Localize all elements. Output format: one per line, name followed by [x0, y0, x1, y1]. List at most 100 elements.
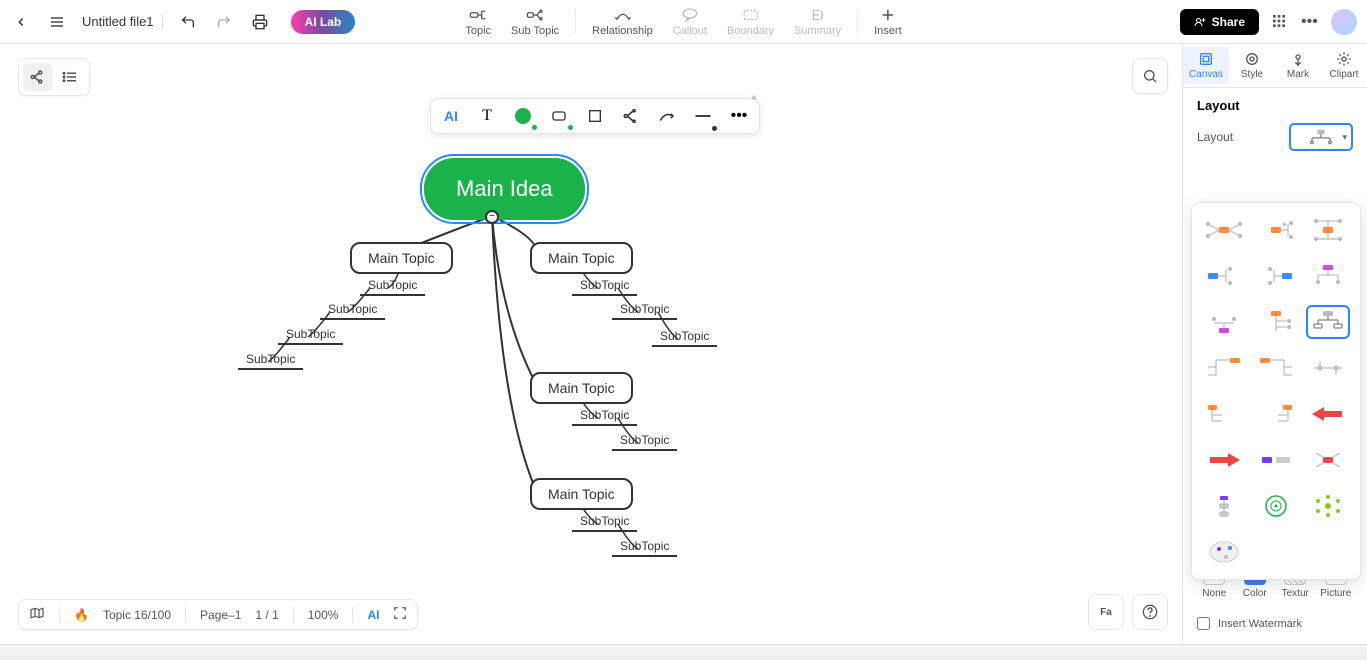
layout-dropdown[interactable]: ▾ [1289, 123, 1353, 151]
subtopic-node[interactable]: SubTopic [278, 325, 343, 345]
canvas-area[interactable]: AI T ••• × [0, 44, 1182, 644]
layout-option[interactable] [1202, 259, 1246, 293]
tab-canvas[interactable]: Canvas [1183, 47, 1229, 84]
layout-option[interactable]: + [1254, 213, 1298, 247]
layout-option-selected[interactable] [1306, 305, 1350, 339]
print-button[interactable] [249, 11, 271, 33]
svg-text:+: + [1283, 222, 1286, 228]
close-toolbar[interactable]: × [751, 93, 765, 107]
user-avatar[interactable] [1331, 9, 1357, 35]
callout-tool: Callout [663, 3, 717, 41]
minimap-icon[interactable] [29, 606, 45, 623]
ai-toggle[interactable]: AI [367, 608, 379, 622]
back-button[interactable] [10, 11, 32, 33]
layout-section-title: Layout [1183, 88, 1367, 119]
main-area: AI T ••• × [0, 44, 1367, 644]
main-topic-node[interactable]: Main Topic [530, 478, 633, 510]
main-idea-node[interactable]: Main Idea [424, 158, 585, 220]
header-center-tools: Topic Sub Topic Relationship Callout Bou… [455, 3, 911, 41]
subtopic-node[interactable]: SubTopic [572, 512, 637, 532]
topic-label: Topic [465, 25, 491, 37]
fullscreen-button[interactable] [393, 606, 407, 623]
menu-button[interactable] [46, 11, 68, 33]
layout-row: Layout ▾ [1183, 119, 1367, 161]
tab-clipart[interactable]: Clipart [1321, 47, 1367, 84]
watermark-checkbox[interactable] [1197, 617, 1210, 630]
browser-footer [0, 644, 1367, 660]
search-button[interactable] [1132, 58, 1168, 94]
header-right: Share ••• [1180, 9, 1357, 35]
border-tool[interactable] [583, 104, 607, 128]
help-button[interactable] [1132, 594, 1168, 630]
insert-tool[interactable]: Insert [864, 3, 912, 41]
layout-option[interactable] [1202, 351, 1246, 385]
fill-color-tool[interactable] [511, 104, 535, 128]
subtopic-node[interactable]: SubTopic [360, 276, 425, 296]
layout-option[interactable] [1202, 443, 1246, 477]
share-button[interactable]: Share [1180, 9, 1259, 35]
layout-option[interactable] [1254, 489, 1298, 523]
layout-picker-popover: + [1191, 202, 1361, 580]
branch-style-tool[interactable] [619, 104, 643, 128]
layout-option[interactable] [1254, 443, 1298, 477]
view-mode-toolbar [18, 58, 90, 96]
redo-button[interactable] [213, 11, 235, 33]
shape-tool[interactable] [547, 104, 571, 128]
ai-button[interactable]: AI [439, 104, 463, 128]
layout-option[interactable] [1202, 535, 1246, 569]
main-topic-node[interactable]: Main Topic [530, 242, 633, 274]
layout-option[interactable] [1306, 489, 1350, 523]
subtopic-node[interactable]: SubTopic [572, 276, 637, 296]
line-style-tool[interactable] [691, 104, 715, 128]
tab-mark[interactable]: Mark [1275, 47, 1321, 84]
mindmap-view-button[interactable] [23, 63, 53, 91]
more-options[interactable]: ••• [727, 104, 751, 128]
subtopic-node[interactable]: SubTopic [612, 537, 677, 557]
layout-option[interactable] [1254, 305, 1298, 339]
layout-option[interactable] [1202, 213, 1246, 247]
boundary-label: Boundary [727, 25, 774, 37]
layout-option[interactable] [1202, 397, 1246, 431]
outline-view-button[interactable] [55, 63, 85, 91]
subtopic-node[interactable]: SubTopic [652, 327, 717, 347]
subtopic-tool[interactable]: Sub Topic [501, 3, 569, 41]
layout-option[interactable] [1306, 259, 1350, 293]
collapse-toggle[interactable]: − [485, 210, 499, 224]
layout-option[interactable] [1202, 305, 1246, 339]
page-label[interactable]: Page–1 [200, 608, 241, 622]
more-icon[interactable]: ••• [1301, 13, 1319, 31]
topic-tool[interactable]: Topic [455, 3, 501, 41]
layout-option[interactable] [1202, 489, 1246, 523]
ai-lab-button[interactable]: AI Lab [291, 10, 356, 34]
layout-option[interactable] [1306, 397, 1350, 431]
subtopic-node[interactable]: SubTopic [572, 406, 637, 426]
page-number: 1 / 1 [255, 608, 278, 622]
relationship-tool[interactable]: Relationship [582, 3, 663, 41]
summary-label: Summary [794, 25, 841, 37]
apps-icon[interactable] [1271, 13, 1289, 31]
zoom-level[interactable]: 100% [308, 608, 339, 622]
format-painter-button[interactable]: Fa [1088, 594, 1124, 630]
layout-option[interactable] [1254, 397, 1298, 431]
layout-option[interactable] [1306, 443, 1350, 477]
subtopic-node[interactable]: SubTopic [612, 431, 677, 451]
layout-option[interactable] [1306, 213, 1350, 247]
watermark-option[interactable]: Insert Watermark [1183, 609, 1367, 644]
document-title[interactable]: Untitled file1 [82, 14, 163, 29]
subtopic-node[interactable]: SubTopic [612, 300, 677, 320]
toolbar-divider [575, 9, 576, 33]
toolbar-divider [857, 9, 858, 33]
main-topic-node[interactable]: Main Topic [350, 242, 453, 274]
connector-tool[interactable] [655, 104, 679, 128]
undo-button[interactable] [177, 11, 199, 33]
text-tool[interactable]: T [475, 104, 499, 128]
tab-style[interactable]: Style [1229, 47, 1275, 84]
main-topic-node[interactable]: Main Topic [530, 372, 633, 404]
subtopic-node[interactable]: SubTopic [320, 300, 385, 320]
subtopic-node[interactable]: SubTopic [238, 350, 303, 370]
share-label: Share [1212, 15, 1245, 29]
layout-option[interactable] [1306, 351, 1350, 385]
layout-option[interactable] [1254, 351, 1298, 385]
layout-option[interactable] [1254, 259, 1298, 293]
relationship-label: Relationship [592, 25, 653, 37]
